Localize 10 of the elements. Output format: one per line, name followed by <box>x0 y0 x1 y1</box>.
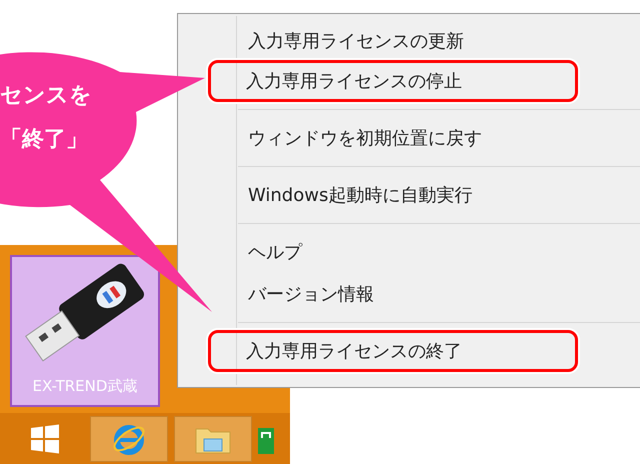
menu-item[interactable]: 入力専用ライセンスの停止 <box>208 60 578 102</box>
menu-item[interactable]: 入力専用ライセンスの更新 <box>178 22 640 60</box>
app-tile-label: EX-TREND武蔵 <box>32 377 138 396</box>
windows-start-icon[interactable] <box>30 424 60 454</box>
menu-item[interactable]: バージョン情報 <box>178 273 640 315</box>
menu-item[interactable]: ウィンドウを初期位置に戻す <box>178 117 640 159</box>
menu-item[interactable]: 入力専用ライセンスの終了 <box>208 330 578 372</box>
menu-item[interactable]: Windows起動時に自動実行 <box>178 174 640 216</box>
callout-text: センスを 「終了」 <box>0 82 92 154</box>
menu-item[interactable]: ヘルプ <box>178 231 640 273</box>
